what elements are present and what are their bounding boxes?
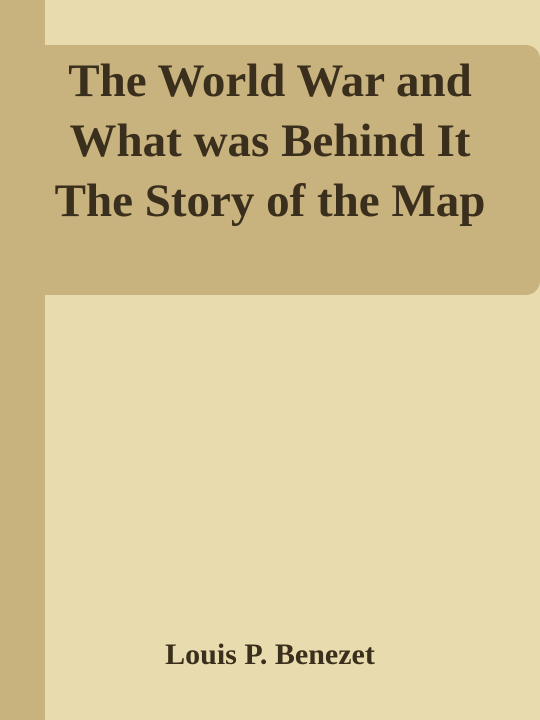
book-cover: The World War and What was Behind It The…: [0, 0, 540, 720]
cover-spine-strip: [0, 0, 45, 720]
book-title: The World War and What was Behind It The…: [54, 55, 486, 227]
book-author: Louis P. Benezet: [165, 638, 375, 671]
